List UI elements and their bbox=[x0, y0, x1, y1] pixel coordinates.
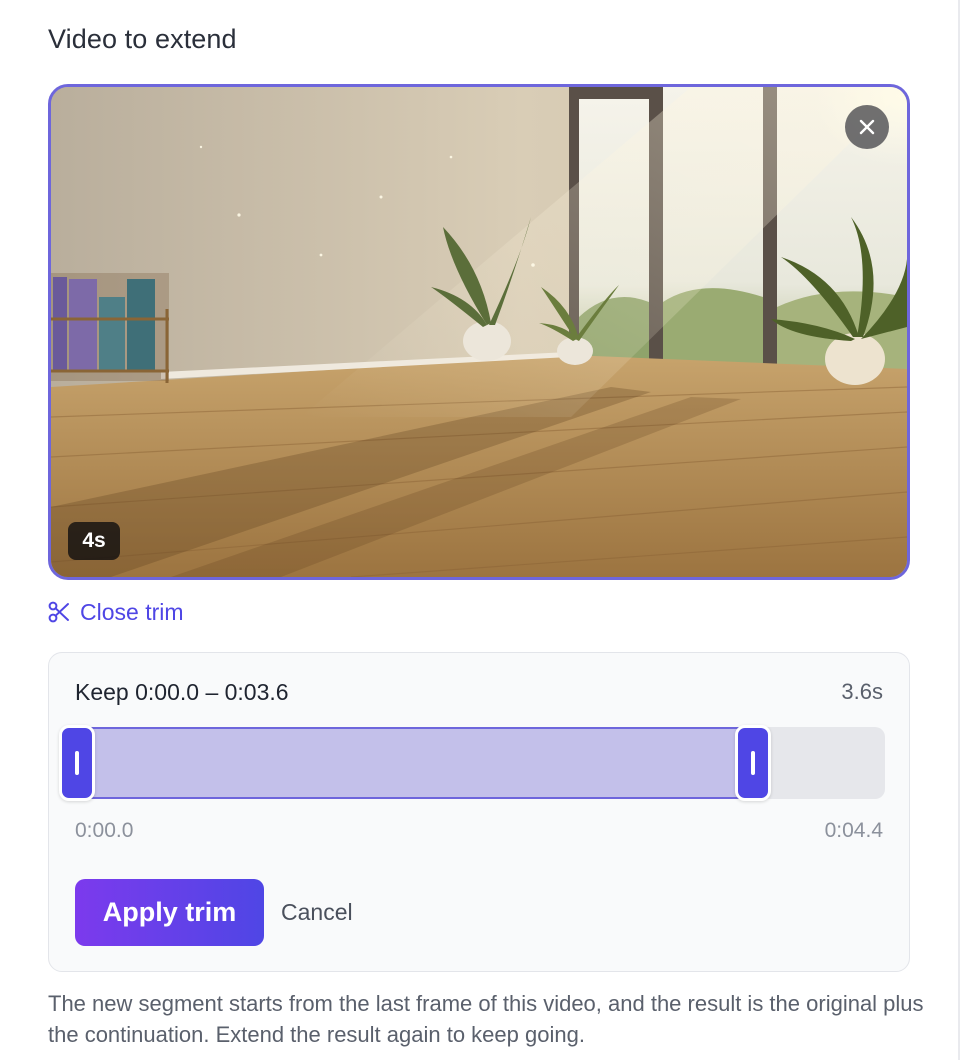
keep-range-label: Keep 0:00.0 – 0:03.6 bbox=[75, 679, 289, 705]
trim-start-handle[interactable] bbox=[59, 725, 95, 801]
video-thumbnail bbox=[51, 87, 907, 577]
duration-badge: 4s bbox=[68, 522, 120, 560]
remove-video-button[interactable] bbox=[845, 105, 889, 149]
timeline-start-time: 0:00.0 bbox=[75, 819, 134, 842]
close-trim-label: Close trim bbox=[80, 598, 184, 625]
video-preview[interactable]: 4s bbox=[48, 84, 910, 580]
trim-track[interactable] bbox=[59, 725, 885, 801]
trim-panel: Keep 0:00.0 – 0:03.6 3.6s 0:00.0 0:04.4 … bbox=[48, 652, 910, 972]
cancel-button[interactable]: Cancel bbox=[271, 879, 363, 946]
section-title: Video to extend bbox=[48, 24, 237, 54]
grip-icon bbox=[75, 751, 79, 775]
keep-duration: 3.6s bbox=[841, 679, 883, 704]
scissors-icon bbox=[48, 601, 69, 623]
close-icon bbox=[859, 119, 875, 135]
trim-end-handle[interactable] bbox=[734, 725, 771, 801]
trim-selection bbox=[59, 727, 753, 799]
helper-text: The new segment starts from the last fra… bbox=[48, 991, 924, 1047]
apply-trim-button[interactable]: Apply trim bbox=[75, 879, 264, 946]
timeline-end-time: 0:04.4 bbox=[824, 819, 883, 842]
close-trim-link[interactable]: Close trim bbox=[48, 596, 184, 628]
grip-icon bbox=[750, 751, 755, 775]
